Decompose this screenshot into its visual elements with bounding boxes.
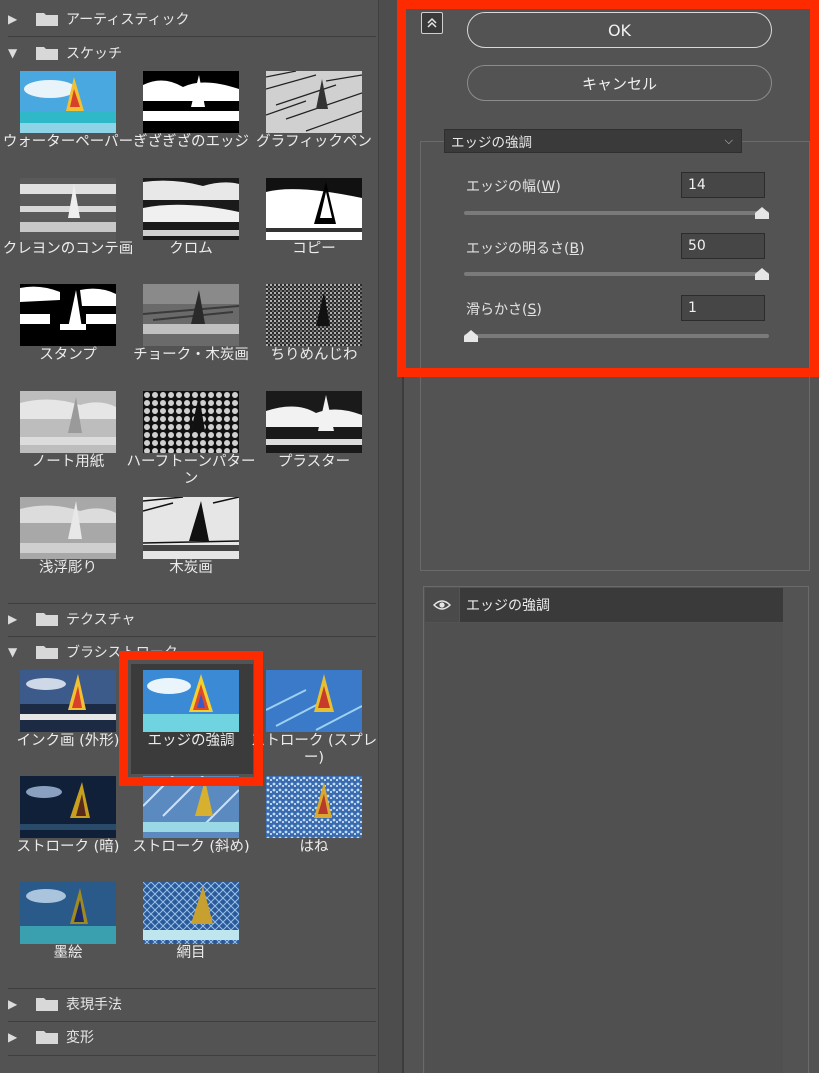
filter-label: ちりめんじわ xyxy=(270,347,358,363)
thumbnail-image xyxy=(143,284,239,346)
filter-label: 墨絵 xyxy=(53,945,83,961)
highlight-box-selected-filter xyxy=(119,651,263,786)
filter-label: 木炭画 xyxy=(169,560,213,576)
thumbnail-image xyxy=(266,670,362,732)
collapse-triangle-icon[interactable]: ▼ xyxy=(8,46,24,60)
thumbnail-image xyxy=(20,178,116,240)
thumbnail-image xyxy=(266,284,362,346)
filter-thumb-ink-outlines[interactable]: インク画 (外形) xyxy=(8,670,128,774)
filter-label: 浅浮彫り xyxy=(39,560,97,576)
filter-gallery-list: ▶ アーティスティック ▼ スケッチ ウォーターペーパー ぎざぎざのエッジ グラ… xyxy=(0,0,378,1073)
filter-thumb-note-paper[interactable]: ノート用紙 xyxy=(8,391,128,495)
thumbnail-image xyxy=(143,391,239,453)
filter-label: ウォーターペーパー xyxy=(2,134,134,150)
thumbnail-image xyxy=(20,71,116,133)
thumbnail-image xyxy=(143,71,239,133)
folder-icon xyxy=(36,46,58,60)
effect-layer-row[interactable]: エッジの強調 xyxy=(425,588,783,622)
filter-label: ぎざぎざのエッジ xyxy=(133,134,249,150)
filter-thumb-chalk-charcoal[interactable]: チョーク・木炭画 xyxy=(131,284,251,388)
filter-label: クロム xyxy=(169,241,213,257)
category-texture[interactable]: ▶ テクスチャ xyxy=(8,606,376,632)
filter-label: ストローク (スプレー) xyxy=(250,733,378,766)
filter-thumb-spatter[interactable]: はね xyxy=(254,776,374,880)
filter-label: ノート用紙 xyxy=(31,454,105,470)
filter-thumb-reticulation[interactable]: ちりめんじわ xyxy=(254,284,374,388)
expand-triangle-icon[interactable]: ▶ xyxy=(8,997,24,1011)
filter-label: スタンプ xyxy=(39,347,97,363)
folder-icon xyxy=(36,612,58,626)
thumbnail-image xyxy=(143,882,239,944)
filter-label: ストローク (暗) xyxy=(16,839,120,855)
expand-triangle-icon[interactable]: ▶ xyxy=(8,612,24,626)
filter-label: グラフィックペン xyxy=(256,134,372,150)
eye-icon xyxy=(433,600,451,610)
filter-thumb-halftone[interactable]: ハーフトーンパターン xyxy=(127,391,255,495)
filter-thumb-graphic-pen[interactable]: グラフィックペン xyxy=(254,71,374,175)
thumbnail-image xyxy=(143,178,239,240)
filter-label: 網目 xyxy=(176,945,206,961)
filter-label: コピー xyxy=(292,241,336,257)
filter-thumb-spatter-stroke[interactable]: ストローク (スプレー) xyxy=(251,670,377,774)
filter-thumb-sumi-e[interactable]: 墨絵 xyxy=(8,882,128,986)
category-sketch-label: スケッチ xyxy=(66,46,122,62)
folder-icon xyxy=(36,645,58,659)
folder-icon xyxy=(36,1030,58,1044)
filter-thumb-torn-edges[interactable]: ぎざぎざのエッジ xyxy=(131,71,251,175)
thumbnail-image xyxy=(20,776,116,838)
filter-label: ストローク (斜め) xyxy=(132,839,250,855)
thumbnail-image xyxy=(266,776,362,838)
thumbnail-image xyxy=(20,497,116,559)
folder-icon xyxy=(36,12,58,26)
category-distort[interactable]: ▶ 変形 xyxy=(8,1024,376,1050)
category-artistic-label: アーティスティック xyxy=(66,12,190,28)
filter-thumb-charcoal[interactable]: 木炭画 xyxy=(131,497,251,601)
thumbnail-image xyxy=(266,178,362,240)
filter-label: はね xyxy=(299,839,329,855)
effect-layers-list xyxy=(425,623,783,1073)
category-texture-label: テクスチャ xyxy=(66,612,136,628)
filter-label: クレヨンのコンテ画 xyxy=(2,241,134,257)
expand-triangle-icon[interactable]: ▶ xyxy=(8,1030,24,1044)
effect-layer-name: エッジの強調 xyxy=(460,588,783,622)
filter-label: ハーフトーンパターン xyxy=(126,454,256,487)
thumbnail-image xyxy=(266,391,362,453)
thumbnail-image xyxy=(143,497,239,559)
filter-thumb-photocopy[interactable]: コピー xyxy=(254,178,374,282)
filter-label: インク画 (外形) xyxy=(16,733,120,749)
filter-thumb-crosshatch[interactable]: 網目 xyxy=(131,882,251,986)
category-artistic[interactable]: ▶ アーティスティック xyxy=(8,6,376,32)
thumbnail-image xyxy=(266,71,362,133)
category-sketch[interactable]: ▼ スケッチ xyxy=(8,40,376,66)
thumbnail-image xyxy=(20,882,116,944)
filter-label: チョーク・木炭画 xyxy=(133,347,249,363)
filter-thumb-stamp[interactable]: スタンプ xyxy=(8,284,128,388)
highlight-box-settings xyxy=(397,0,819,377)
filter-thumb-conte-crayon[interactable]: クレヨンのコンテ画 xyxy=(3,178,133,282)
filter-thumb-plaster[interactable]: プラスター xyxy=(254,391,374,495)
filter-thumb-angled-strokes[interactable]: ストローク (斜め) xyxy=(131,776,251,880)
thumbnail-image xyxy=(20,391,116,453)
thumbnail-image xyxy=(20,670,116,732)
filter-thumb-bas-relief[interactable]: 浅浮彫り xyxy=(8,497,128,601)
filter-thumb-chrome[interactable]: クロム xyxy=(131,178,251,282)
expand-triangle-icon[interactable]: ▶ xyxy=(8,12,24,26)
folder-icon xyxy=(36,997,58,1011)
filter-label: プラスター xyxy=(277,454,351,470)
filter-thumb-water-paper[interactable]: ウォーターペーパー xyxy=(3,71,133,175)
collapse-triangle-icon[interactable]: ▼ xyxy=(8,645,24,659)
category-stylize[interactable]: ▶ 表現手法 xyxy=(8,991,376,1017)
visibility-toggle[interactable] xyxy=(425,588,459,622)
thumbnail-image xyxy=(20,284,116,346)
category-stylize-label: 表現手法 xyxy=(66,997,122,1013)
category-distort-label: 変形 xyxy=(66,1030,94,1046)
filter-thumb-dark-strokes[interactable]: ストローク (暗) xyxy=(8,776,128,880)
